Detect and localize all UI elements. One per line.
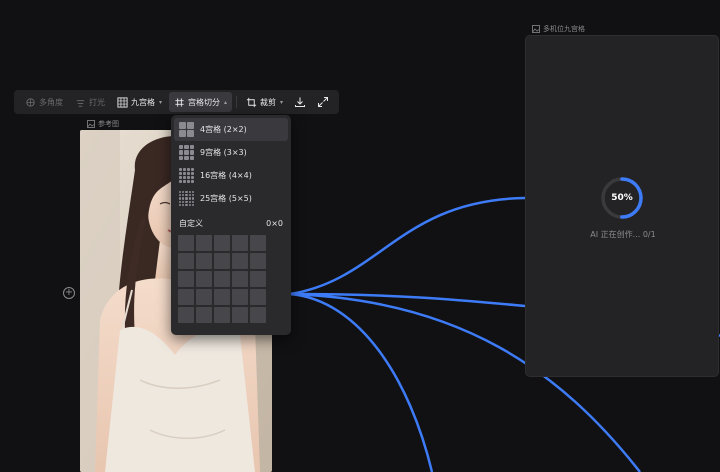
custom-grid-cell[interactable]: [214, 289, 230, 305]
custom-grid-cell[interactable]: [214, 235, 230, 251]
multi-angle-button[interactable]: 多角度: [20, 92, 68, 112]
expand-button[interactable]: [313, 92, 334, 112]
image-icon: [532, 25, 540, 33]
grid-option-label: 25宫格 (5×5): [200, 194, 252, 203]
grid-split-label: 宫格切分: [188, 97, 221, 107]
grid-option-label: 9宫格 (3×3): [200, 148, 247, 157]
image-icon: [87, 120, 95, 128]
custom-grid-cell[interactable]: [250, 235, 266, 251]
custom-grid-picker[interactable]: [178, 235, 288, 323]
image-toolbar: 多角度 打光 九宫格 ▾ 宫格切分 ▴ 裁剪 ▾: [14, 90, 339, 114]
nine-grid-label: 九宫格: [131, 97, 155, 107]
lighting-label: 打光: [89, 97, 105, 107]
custom-grid-cell[interactable]: [178, 289, 194, 305]
custom-grid-row: 自定义 0×0: [174, 214, 288, 232]
custom-grid-cell[interactable]: [178, 307, 194, 323]
grid-option[interactable]: 25宫格 (5×5): [174, 187, 288, 210]
multi-angle-icon: [26, 97, 35, 107]
custom-grid-cell[interactable]: [250, 289, 266, 305]
progress-percent: 50%: [611, 193, 633, 203]
grid-option-label: 16宫格 (4×4): [200, 171, 252, 180]
custom-grid-label: 自定义: [179, 218, 203, 228]
custom-grid-cell[interactable]: [196, 271, 212, 287]
custom-grid-cell[interactable]: [214, 253, 230, 269]
result-caption-text: 多机位九宫格: [543, 25, 585, 33]
hash-icon: [175, 97, 184, 107]
custom-grid-cell[interactable]: [178, 253, 194, 269]
crop-button[interactable]: 裁剪 ▾: [241, 92, 288, 112]
connection-line: [289, 292, 434, 472]
custom-grid-cell[interactable]: [232, 271, 248, 287]
grid-split-menu: 4宫格 (2×2) 9宫格 (3×3) 16宫格 (4×4) 25宫格 (5×5) 自…: [171, 115, 291, 335]
crop-label: 裁剪: [259, 97, 276, 107]
grid-option[interactable]: 16宫格 (4×4): [174, 164, 288, 187]
grid-preview-icon: [179, 191, 194, 206]
custom-grid-cell[interactable]: [196, 253, 212, 269]
download-button[interactable]: [290, 92, 311, 112]
reference-caption: 参考图: [87, 119, 119, 129]
crop-icon: [246, 97, 257, 107]
grid-option-label: 4宫格 (2×2): [200, 125, 247, 134]
custom-grid-cell[interactable]: [250, 307, 266, 323]
custom-grid-cell[interactable]: [214, 307, 230, 323]
custom-grid-cell[interactable]: [196, 289, 212, 305]
grid-option[interactable]: 9宫格 (3×3): [174, 141, 288, 164]
chevron-down-icon: ▾: [279, 98, 283, 106]
grid-preview-icon: [179, 122, 194, 137]
chevron-up-icon: ▴: [224, 98, 228, 106]
custom-grid-cell[interactable]: [232, 307, 248, 323]
custom-grid-value: 0×0: [266, 218, 283, 228]
generation-status: AI 正在创作... 0/1: [590, 230, 656, 239]
result-caption: 多机位九宫格: [532, 24, 585, 34]
custom-grid-cell[interactable]: [250, 271, 266, 287]
workflow-canvas[interactable]: 多角度 打光 九宫格 ▾ 宫格切分 ▴ 裁剪 ▾ 参考图 + 4宫格 (2×2)…: [0, 0, 720, 472]
grid-preview-icon: [179, 145, 194, 160]
custom-grid-cell[interactable]: [178, 235, 194, 251]
chevron-down-icon: ▾: [159, 98, 163, 106]
custom-grid-cell[interactable]: [196, 307, 212, 323]
nine-grid-button[interactable]: 九宫格 ▾: [112, 92, 167, 112]
add-node-button[interactable]: +: [63, 287, 75, 299]
custom-grid-cell[interactable]: [214, 271, 230, 287]
expand-icon: [317, 97, 328, 107]
lighting-button[interactable]: 打光: [70, 92, 110, 112]
connection-line: [289, 292, 526, 308]
grid-split-button[interactable]: 宫格切分 ▴: [169, 92, 233, 112]
multi-angle-label: 多角度: [39, 97, 63, 107]
custom-grid-cell[interactable]: [250, 253, 266, 269]
custom-grid-cell[interactable]: [232, 289, 248, 305]
custom-grid-cell[interactable]: [196, 235, 212, 251]
result-node-panel[interactable]: 50% AI 正在创作... 0/1: [525, 35, 719, 377]
custom-grid-cell[interactable]: [178, 271, 194, 287]
connection-line: [289, 196, 526, 296]
custom-grid-cell[interactable]: [232, 235, 248, 251]
grid-icon: [117, 96, 128, 108]
custom-grid-cell[interactable]: [232, 253, 248, 269]
download-icon: [295, 97, 306, 107]
lighting-icon: [76, 99, 85, 107]
toolbar-divider: [236, 96, 237, 108]
grid-option[interactable]: 4宫格 (2×2): [174, 118, 288, 141]
grid-preview-icon: [179, 168, 194, 183]
reference-caption-text: 参考图: [98, 120, 119, 128]
